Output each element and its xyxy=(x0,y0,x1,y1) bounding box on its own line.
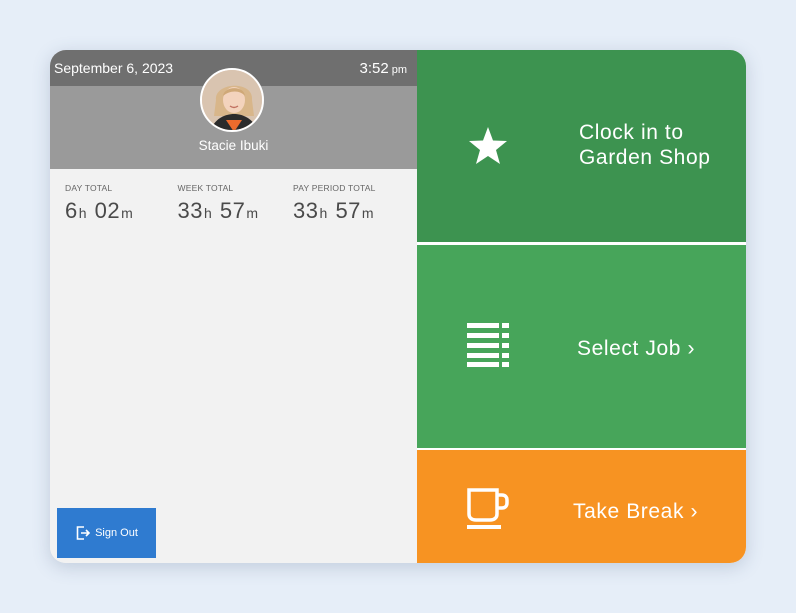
take-break-button[interactable]: Take Break › xyxy=(417,450,746,563)
user-panel: September 6, 2023 3:52 pm Stacie Ibuki DA… xyxy=(50,50,417,563)
current-date: September 6, 2023 xyxy=(54,60,174,76)
minutes-value: 02 xyxy=(94,198,121,223)
hours-unit: h xyxy=(78,205,88,221)
day-total: DAY TOTAL 6h 02m xyxy=(65,183,178,224)
time-value: 3:52 xyxy=(359,59,389,77)
pay-period-total: PAY PERIOD TOTAL 33h 57m xyxy=(293,183,417,224)
total-value: 33h 57m xyxy=(293,198,417,224)
avatar xyxy=(200,68,264,132)
take-break-label: Take Break › xyxy=(573,500,699,523)
clock-in-button[interactable]: Clock in to Garden Shop xyxy=(417,50,746,242)
hours-value: 6 xyxy=(65,198,78,223)
profile-header: Stacie Ibuki xyxy=(50,68,417,169)
week-total: WEEK TOTAL 33h 57m xyxy=(178,183,291,224)
sign-out-label: Sign Out xyxy=(95,527,138,539)
hours-value: 33 xyxy=(177,198,203,223)
coffee-cup-icon xyxy=(467,488,509,529)
action-panel: Clock in to Garden Shop Select Job › Tak… xyxy=(417,50,746,563)
total-label: WEEK TOTAL xyxy=(177,183,234,193)
total-value: 33h 57m xyxy=(178,198,291,224)
sign-out-icon xyxy=(76,526,91,540)
total-value: 6h 02m xyxy=(65,198,178,224)
select-job-label: Select Job › xyxy=(577,337,696,360)
list-icon xyxy=(467,323,509,367)
hours-unit: h xyxy=(319,205,328,221)
minutes-value: 57 xyxy=(335,198,361,223)
total-label: PAY PERIOD TOTAL xyxy=(293,183,376,193)
total-label: DAY TOTAL xyxy=(65,183,113,193)
select-job-button[interactable]: Select Job › xyxy=(417,245,746,448)
minutes-unit: m xyxy=(361,205,375,221)
star-icon xyxy=(469,127,507,164)
minutes-unit: m xyxy=(246,205,259,221)
current-time: 3:52 pm xyxy=(360,60,407,77)
minutes-value: 57 xyxy=(219,198,246,223)
timeclock-device: September 6, 2023 3:52 pm Stacie Ibuki DA… xyxy=(50,50,746,563)
user-name: Stacie Ibuki xyxy=(198,138,269,153)
hours-value: 33 xyxy=(293,198,319,223)
clock-in-label: Clock in to Garden Shop xyxy=(579,121,711,169)
hours-unit: h xyxy=(204,205,213,221)
minutes-unit: m xyxy=(121,205,134,221)
time-totals: DAY TOTAL 6h 02m WEEK TOTAL 33h 57m PAY … xyxy=(50,169,417,224)
time-ampm: pm xyxy=(391,63,407,76)
avatar-portrait xyxy=(202,70,262,130)
sign-out-button[interactable]: Sign Out xyxy=(57,508,156,558)
